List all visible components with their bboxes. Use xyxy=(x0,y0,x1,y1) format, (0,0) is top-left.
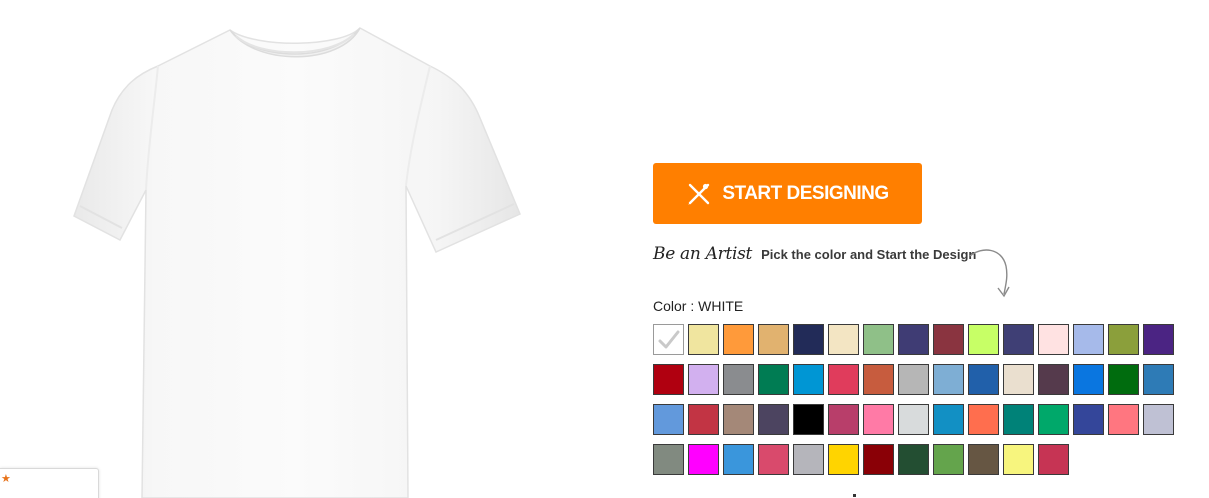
color-swatch[interactable] xyxy=(1143,364,1174,395)
color-swatch[interactable] xyxy=(1073,364,1104,395)
color-swatch[interactable] xyxy=(1003,444,1034,475)
color-swatch[interactable] xyxy=(653,444,684,475)
color-swatch[interactable] xyxy=(968,364,999,395)
color-swatch[interactable] xyxy=(828,404,859,435)
color-swatch[interactable] xyxy=(968,444,999,475)
be-an-artist-script: Be an Artist xyxy=(653,244,753,264)
color-swatch[interactable] xyxy=(1143,404,1174,435)
color-name: WHITE xyxy=(698,298,744,314)
color-swatch[interactable] xyxy=(968,404,999,435)
color-swatch[interactable] xyxy=(793,364,824,395)
color-swatch-grid xyxy=(653,324,1178,475)
color-swatch[interactable] xyxy=(1003,404,1034,435)
checkmark-icon xyxy=(658,330,680,349)
color-swatch[interactable] xyxy=(828,324,859,355)
color-swatch[interactable] xyxy=(758,404,789,435)
color-swatch[interactable] xyxy=(688,404,719,435)
star-icon: ★ xyxy=(1,473,11,485)
color-swatch[interactable] xyxy=(863,404,894,435)
page-marker xyxy=(853,494,856,497)
start-designing-button[interactable]: START DESIGNING xyxy=(653,163,922,224)
color-swatch[interactable] xyxy=(793,404,824,435)
color-swatch[interactable] xyxy=(1073,404,1104,435)
color-swatch[interactable] xyxy=(1108,324,1139,355)
color-swatch[interactable] xyxy=(863,364,894,395)
color-swatch[interactable] xyxy=(828,364,859,395)
color-swatch[interactable] xyxy=(653,404,684,435)
color-swatch[interactable] xyxy=(793,444,824,475)
color-swatch[interactable] xyxy=(653,364,684,395)
tshirt-icon xyxy=(73,27,521,498)
color-swatch[interactable] xyxy=(1003,324,1034,355)
color-swatch[interactable] xyxy=(723,364,754,395)
product-page: ★ START DESIGNING Be an Artist Pick the … xyxy=(0,0,1209,498)
color-swatch[interactable] xyxy=(933,324,964,355)
product-tshirt-image xyxy=(60,18,540,498)
color-swatch[interactable] xyxy=(1073,324,1104,355)
color-swatch[interactable] xyxy=(758,364,789,395)
color-swatch[interactable] xyxy=(723,444,754,475)
color-label-prefix: Color : xyxy=(653,298,699,314)
color-swatch[interactable] xyxy=(933,364,964,395)
color-swatch[interactable] xyxy=(1143,324,1174,355)
color-swatch[interactable] xyxy=(723,404,754,435)
color-swatch[interactable] xyxy=(968,324,999,355)
color-swatch[interactable] xyxy=(1038,324,1069,355)
color-swatch[interactable] xyxy=(898,324,929,355)
color-swatch[interactable] xyxy=(758,444,789,475)
color-swatch[interactable] xyxy=(653,324,684,355)
color-swatch[interactable] xyxy=(933,404,964,435)
color-swatch[interactable] xyxy=(898,404,929,435)
color-swatch[interactable] xyxy=(863,444,894,475)
color-swatch[interactable] xyxy=(1108,364,1139,395)
pick-color-hint: Pick the color and Start the Design xyxy=(761,246,977,262)
color-swatch[interactable] xyxy=(688,364,719,395)
curved-arrow-icon xyxy=(969,249,1010,298)
color-swatch[interactable] xyxy=(1038,364,1069,395)
color-swatch[interactable] xyxy=(1038,444,1069,475)
selected-color-label: Color : WHITE xyxy=(653,298,743,314)
reviews-widget[interactable]: ★ xyxy=(0,468,99,498)
color-swatch[interactable] xyxy=(828,444,859,475)
color-swatch[interactable] xyxy=(793,324,824,355)
color-swatch[interactable] xyxy=(863,324,894,355)
color-swatch[interactable] xyxy=(723,324,754,355)
color-swatch[interactable] xyxy=(933,444,964,475)
pencil-ruler-icon xyxy=(688,183,710,205)
color-swatch[interactable] xyxy=(1038,404,1069,435)
artist-tagline: Be an Artist Pick the color and Start th… xyxy=(653,240,976,268)
color-swatch[interactable] xyxy=(898,364,929,395)
color-swatch[interactable] xyxy=(688,324,719,355)
color-swatch[interactable] xyxy=(898,444,929,475)
color-swatch[interactable] xyxy=(1108,404,1139,435)
color-swatch[interactable] xyxy=(1003,364,1034,395)
color-swatch[interactable] xyxy=(688,444,719,475)
color-swatch[interactable] xyxy=(758,324,789,355)
start-designing-label: START DESIGNING xyxy=(722,182,889,204)
